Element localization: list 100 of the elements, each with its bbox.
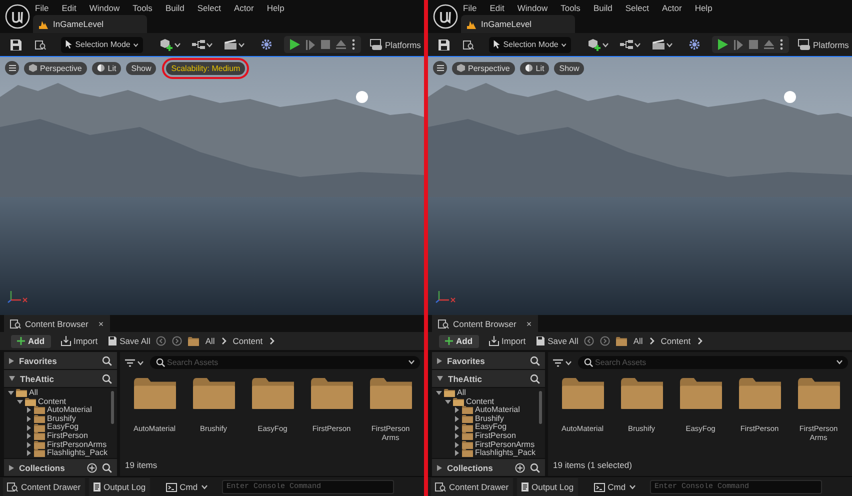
breadcrumb-item[interactable]: All [633, 336, 643, 346]
source-header[interactable]: TheAttic [432, 370, 545, 387]
platforms-menu[interactable]: Platforms [385, 40, 421, 50]
caret-icon[interactable] [137, 360, 144, 366]
step-icon[interactable] [734, 40, 743, 50]
filter-icon[interactable] [125, 358, 135, 366]
menu-item[interactable]: Actor [234, 2, 254, 12]
menu-item[interactable]: File [35, 2, 49, 12]
disclosure-triangle-icon[interactable] [454, 407, 460, 414]
clapperboard-icon[interactable] [224, 39, 237, 50]
play-icon[interactable] [718, 39, 728, 50]
output-log-button[interactable]: Output Log [516, 478, 578, 496]
filter-icon[interactable] [553, 358, 563, 366]
tree-item[interactable]: Content [466, 398, 494, 406]
disclosure-triangle-icon[interactable] [26, 442, 32, 448]
selection-mode-dropdown[interactable]: Selection Mode [489, 36, 571, 52]
chevron-right-icon[interactable] [220, 337, 227, 345]
caret-icon[interactable] [133, 42, 139, 48]
import-button[interactable]: Import [488, 336, 526, 346]
caret-icon[interactable] [174, 42, 181, 48]
caret-icon[interactable] [565, 360, 572, 366]
search-icon[interactable] [102, 374, 112, 384]
eject-icon[interactable] [764, 40, 774, 49]
add-button[interactable]: Add [11, 334, 51, 348]
disclosure-triangle-icon[interactable] [445, 398, 451, 405]
disclosure-triangle-icon[interactable] [26, 433, 32, 440]
search-icon[interactable] [530, 374, 540, 384]
favorites-header[interactable]: Favorites [432, 352, 545, 369]
disclosure-triangle-icon[interactable] [26, 407, 32, 414]
play-icon[interactable] [290, 39, 300, 50]
caret-icon[interactable] [408, 359, 415, 365]
menu-item[interactable]: Tools [560, 2, 580, 12]
caret-icon[interactable] [836, 359, 843, 365]
scrollbar-thumb[interactable] [111, 391, 114, 424]
level-tab[interactable]: InGameLevel [33, 15, 147, 33]
disclosure-triangle-icon[interactable] [17, 398, 23, 405]
close-icon[interactable]: × [98, 318, 104, 328]
disclosure-triangle-icon[interactable] [8, 390, 14, 396]
disclosure-triangle-icon[interactable] [454, 433, 460, 440]
disclosure-triangle-icon[interactable] [454, 424, 460, 431]
chevron-right-icon[interactable] [696, 337, 703, 345]
menu-item[interactable]: Actor [662, 2, 682, 12]
add-circle-icon[interactable] [87, 462, 97, 472]
collections-header[interactable]: Collections [4, 459, 117, 476]
close-icon[interactable]: × [526, 318, 532, 328]
tree-item[interactable]: EasyFog [47, 423, 79, 432]
tree-item[interactable]: Flashlights_Pack [47, 449, 108, 458]
step-icon[interactable] [306, 40, 315, 50]
monitor-gamepad-icon[interactable] [798, 39, 810, 50]
clapperboard-icon[interactable] [652, 39, 665, 50]
menu-item[interactable]: Build [593, 2, 612, 12]
add-circle-icon[interactable] [515, 462, 525, 472]
search-icon[interactable] [102, 356, 112, 366]
perspective-button[interactable]: Perspective [452, 62, 515, 74]
cmd-dropdown[interactable]: Cmd [588, 481, 642, 493]
search-assets-field[interactable]: Search Assets [150, 356, 420, 369]
caret-icon[interactable] [666, 42, 673, 48]
tree-item[interactable]: FirstPersonArms [475, 440, 535, 450]
selection-mode-dropdown[interactable]: Selection Mode [61, 36, 143, 52]
cube-plus-icon[interactable] [160, 38, 173, 51]
breadcrumb-item[interactable]: Content [232, 336, 263, 346]
tree-item[interactable]: Brushify [475, 414, 504, 424]
disclosure-triangle-icon[interactable] [454, 450, 460, 456]
tree-item[interactable]: Content [38, 398, 66, 406]
menu-item[interactable]: Help [694, 2, 712, 12]
tree-item[interactable]: FirstPerson [475, 432, 516, 441]
forward-icon[interactable] [172, 336, 182, 346]
tree-item[interactable]: Brushify [47, 414, 76, 424]
tree-item[interactable]: EasyFog [475, 423, 507, 432]
content-drawer-button[interactable]: Content Drawer [3, 478, 85, 496]
breadcrumb-item[interactable]: Content [660, 336, 691, 346]
perspective-button[interactable]: Perspective [24, 62, 87, 74]
menu-item[interactable]: Edit [62, 2, 76, 12]
menu-item[interactable]: Window [517, 2, 548, 12]
menu-item[interactable]: Build [165, 2, 184, 12]
tree-item[interactable]: FirstPerson [47, 432, 88, 441]
settings-icon[interactable] [261, 39, 272, 50]
content-drawer-button[interactable]: Content Drawer [431, 478, 513, 496]
caret-icon[interactable] [206, 42, 213, 48]
cube-plus-icon[interactable] [588, 38, 601, 51]
content-browser-tab[interactable]: Content Browser × [4, 315, 110, 332]
tree-item[interactable]: All [457, 389, 466, 398]
platforms-menu[interactable]: Platforms [813, 40, 849, 50]
caret-icon[interactable] [200, 484, 208, 490]
back-icon[interactable] [156, 336, 166, 346]
tree-item[interactable]: AutoMaterial [475, 406, 520, 415]
save-all-button[interactable]: Save All [108, 336, 150, 346]
tree-item[interactable]: AutoMaterial [47, 406, 92, 415]
output-log-button[interactable]: Output Log [88, 478, 150, 496]
cmd-dropdown[interactable]: Cmd [160, 481, 214, 493]
disclosure-triangle-icon[interactable] [454, 416, 460, 422]
menu-item[interactable]: Window [89, 2, 120, 12]
add-button[interactable]: Add [439, 334, 479, 348]
monitor-gamepad-icon[interactable] [370, 39, 382, 50]
chevron-right-icon[interactable] [648, 337, 655, 345]
disclosure-triangle-icon[interactable] [454, 442, 460, 448]
menu-item[interactable]: Select [625, 2, 649, 12]
more-icon[interactable] [352, 39, 355, 50]
disclosure-triangle-icon[interactable] [26, 450, 32, 456]
menu-item[interactable]: Select [197, 2, 221, 12]
